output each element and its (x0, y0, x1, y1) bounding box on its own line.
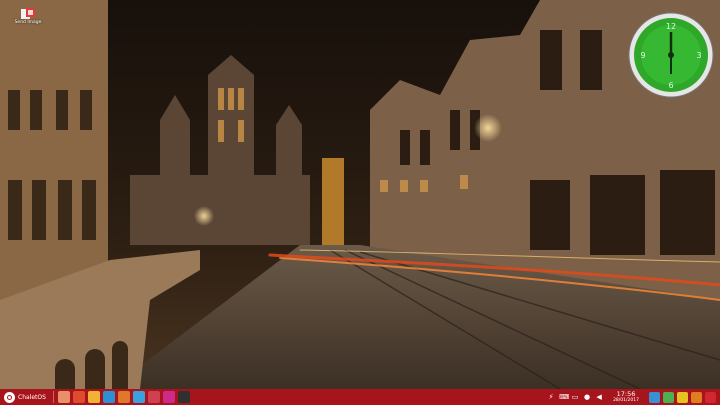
record-icon[interactable]: ● (583, 393, 591, 401)
chrome-icon[interactable] (73, 391, 86, 403)
lightning-icon[interactable]: ⚡ (547, 393, 555, 401)
app-grid-icon[interactable] (148, 391, 161, 403)
desktop-icon-send-image[interactable]: Send Image (10, 6, 46, 36)
volume-icon[interactable]: ◀ (595, 393, 603, 401)
workspace-icon[interactable] (662, 391, 674, 403)
clock-label-3: 3 (696, 51, 701, 60)
photos-icon[interactable] (88, 391, 101, 403)
desktop-wallpaper (0, 0, 720, 389)
taskbar-separator (52, 391, 54, 403)
settings-icon[interactable] (163, 391, 176, 403)
image-share-icon (20, 6, 36, 20)
system-tray: ⚡ ⌨ ▭ ● ◀ 17:56 28/01/2017 (545, 391, 720, 403)
terminal-icon[interactable] (178, 391, 191, 403)
clock-time: 17:56 (616, 390, 636, 398)
launcher-group (57, 391, 192, 403)
clock-label-12: 12 (666, 22, 676, 31)
lock-icon[interactable] (690, 391, 702, 403)
chalet-logo-icon (4, 391, 15, 403)
keyboard-icon[interactable]: ⌨ (559, 393, 569, 401)
file-manager-icon[interactable] (58, 391, 71, 403)
notes-icon[interactable] (676, 391, 688, 403)
globe-icon[interactable] (103, 391, 116, 403)
start-menu-button[interactable]: ChaletOS (0, 389, 50, 405)
start-menu-label: ChaletOS (18, 393, 46, 401)
desktop-icon-label: Send Image (14, 20, 42, 25)
battery-icon[interactable]: ▭ (571, 393, 579, 401)
firefox-icon[interactable] (118, 391, 131, 403)
analog-clock-widget: 12 3 6 9 (628, 12, 714, 98)
clock-date: 28/01/2017 (613, 398, 639, 403)
taskbar-clock[interactable]: 17:56 28/01/2017 (613, 390, 639, 404)
taskbar: ChaletOS ⚡ ⌨ ▭ ● ◀ 17:56 28/01/2017 (0, 389, 720, 405)
clock-label-6: 6 (668, 81, 673, 90)
power-icon[interactable] (704, 391, 716, 403)
show-desktop-icon[interactable] (648, 391, 660, 403)
clock-label-9: 9 (640, 51, 645, 60)
system-buttons (647, 391, 717, 403)
software-center-icon[interactable] (133, 391, 146, 403)
